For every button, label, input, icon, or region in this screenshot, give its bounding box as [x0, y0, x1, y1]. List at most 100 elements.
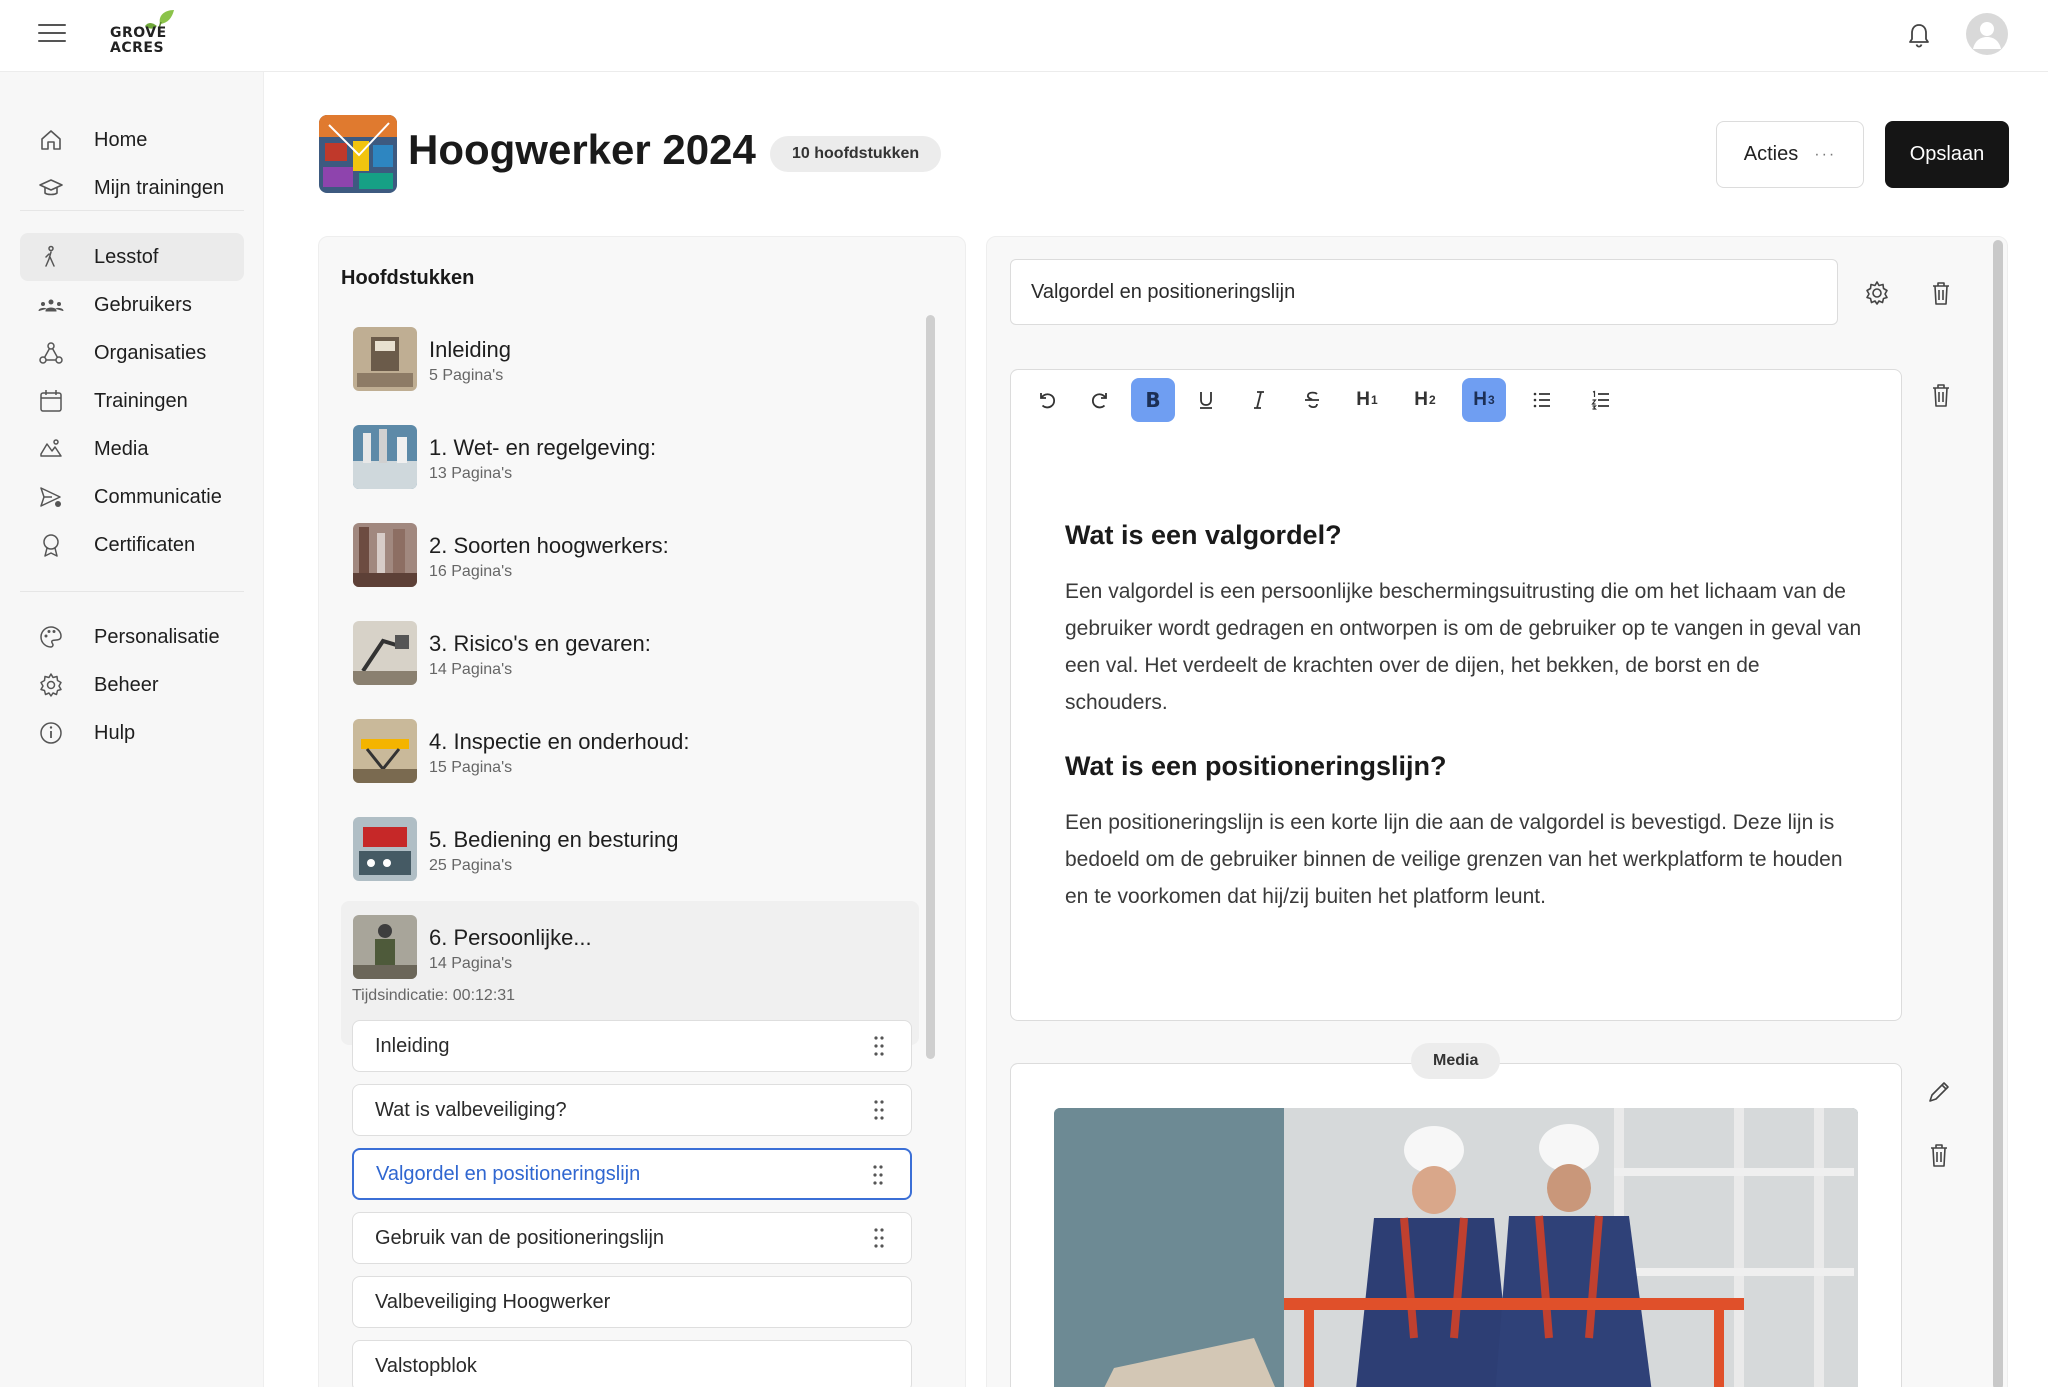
lesson-item[interactable]: Valbeveiliging Hoogwerker	[352, 1276, 912, 1328]
sidebar-item-media[interactable]: Media	[20, 425, 244, 473]
drag-handle-icon[interactable]	[873, 1035, 885, 1057]
send-icon	[40, 487, 61, 507]
chapter-title: 4. Inspectie en onderhoud:	[429, 729, 690, 754]
content-heading: Wat is een valgordel?	[1065, 520, 1342, 550]
notification-bell-icon[interactable]	[1904, 20, 1934, 50]
sidebar: Home Mijn trainingen Lesstof Gebruikers …	[0, 72, 264, 1387]
heading-2-level: 2	[1429, 393, 1436, 407]
user-avatar-icon	[1973, 22, 2001, 49]
bullet-list-button[interactable]	[1520, 378, 1564, 422]
drag-handle-icon[interactable]	[873, 1227, 885, 1249]
lesson-item[interactable]: Inleiding	[352, 1020, 912, 1072]
sidebar-item-lesstof[interactable]: Lesstof	[20, 233, 244, 281]
chapter-pages: 15 Pagina's	[429, 759, 513, 776]
sidebar-divider	[20, 210, 244, 211]
trash-icon[interactable]	[1925, 277, 1957, 309]
chapter-item[interactable]: 2. Soorten hoogwerkers: 16 Pagina's	[341, 509, 919, 601]
redo-button[interactable]	[1078, 378, 1122, 422]
sidebar-item-communicatie[interactable]: Communicatie	[20, 473, 244, 521]
chapter-item[interactable]: Inleiding 5 Pagina's	[341, 313, 919, 405]
sidebar-item-mijn-trainingen[interactable]: Mijn trainingen	[20, 164, 244, 212]
chapter-title: 2. Soorten hoogwerkers:	[429, 533, 669, 558]
content-paragraph: Een positioneringslijn is een korte lijn…	[1065, 811, 1843, 908]
chapter-item[interactable]: 5. Bediening en besturing 25 Pagina's	[341, 803, 919, 895]
lesson-label: Valbeveiliging Hoogwerker	[375, 1290, 611, 1313]
heading-2-button[interactable]: H2	[1403, 378, 1447, 422]
editor-scrollbar[interactable]	[1993, 240, 2003, 1387]
chapter-title: 1. Wet- en regelgeving:	[429, 435, 657, 460]
actions-button-label: Acties	[1743, 143, 1799, 165]
sidebar-item-gebruikers[interactable]: Gebruikers	[20, 281, 244, 329]
lesson-item[interactable]: Valstopblok	[352, 1340, 912, 1387]
chapter-item[interactable]: 4. Inspectie en onderhoud: 15 Pagina's	[341, 705, 919, 797]
strikethrough-icon	[1305, 391, 1319, 409]
chapter-title: 6. Persoonlijke...	[429, 925, 592, 950]
rich-text-content[interactable]: Wat is een valgordel? Een valgordel is e…	[1065, 520, 1865, 945]
trash-icon[interactable]	[1925, 379, 1957, 411]
drag-handle-icon[interactable]	[873, 1099, 885, 1121]
media-icon	[40, 439, 62, 457]
chapter-thumbnail	[353, 621, 417, 685]
lesson-item-active[interactable]: Valgordel en positioneringslijn	[352, 1148, 912, 1200]
lesson-item[interactable]: Wat is valbeveiliging?	[352, 1084, 912, 1136]
save-button[interactable]: Opslaan	[1885, 121, 2009, 188]
chapters-heading: Hoofdstukken	[341, 267, 475, 289]
page-title: Hoogwerker 2024	[408, 126, 756, 173]
text-editor-card: B H1 H2 H3 Wat is een valgordel? Een val…	[1010, 369, 1902, 1021]
heading-3-button[interactable]: H3	[1462, 378, 1506, 422]
chapter-title: Inleiding	[429, 337, 511, 362]
content-paragraph: Een valgordel is een persoonlijke besche…	[1065, 580, 1862, 714]
sidebar-item-hulp[interactable]: Hulp	[20, 709, 244, 757]
underline-button[interactable]	[1184, 378, 1228, 422]
sidebar-item-label: Communicatie	[94, 485, 222, 508]
sidebar-item-trainingen[interactable]: Trainingen	[20, 377, 244, 425]
course-thumbnail	[319, 115, 397, 193]
sidebar-item-beheer[interactable]: Beheer	[20, 661, 244, 709]
chapter-item[interactable]: 3. Risico's en gevaren: 14 Pagina's	[341, 607, 919, 699]
chapter-item[interactable]: 1. Wet- en regelgeving: 13 Pagina's	[341, 411, 919, 503]
underline-icon	[1200, 392, 1212, 409]
sidebar-item-certificaten[interactable]: Certificaten	[20, 521, 244, 569]
editor-toolbar: B H1 H2 H3	[1025, 374, 1625, 426]
logo[interactable]: GROVE ACRES	[108, 8, 188, 64]
avatar[interactable]	[1966, 13, 2008, 55]
media-image[interactable]	[1054, 1108, 1858, 1387]
chapter-thumbnail	[353, 719, 417, 783]
chapter-pages: 25 Pagina's	[429, 857, 513, 874]
lesson-item[interactable]: Gebruik van de positioneringslijn	[352, 1212, 912, 1264]
chapters-scrollbar[interactable]	[926, 315, 935, 1059]
bold-button[interactable]: B	[1131, 378, 1175, 422]
sidebar-item-label: Mijn trainingen	[94, 176, 225, 199]
drag-handle-icon[interactable]	[872, 1164, 884, 1186]
undo-button[interactable]	[1025, 378, 1069, 422]
calendar-icon	[40, 390, 62, 412]
palette-icon	[40, 626, 62, 648]
chapters-count-badge: 10 hoofdstukken	[770, 136, 942, 172]
sidebar-divider	[20, 591, 244, 592]
award-icon	[43, 534, 59, 557]
numbered-list-button[interactable]	[1579, 378, 1623, 422]
strikethrough-button[interactable]	[1290, 378, 1334, 422]
heading-1-letter: H	[1356, 389, 1371, 410]
heading-1-button[interactable]: H1	[1345, 378, 1389, 422]
trash-icon[interactable]	[1923, 1139, 1955, 1171]
italic-button[interactable]	[1237, 378, 1281, 422]
heading-1-level: 1	[1371, 393, 1378, 407]
settings-gear-icon[interactable]	[1861, 277, 1893, 309]
more-dots-icon: ···	[1814, 145, 1837, 163]
chapter-pages: 14 Pagina's	[429, 661, 513, 678]
heading-3-letter: H	[1473, 389, 1488, 410]
sidebar-item-organisaties[interactable]: Organisaties	[20, 329, 244, 377]
top-bar: GROVE ACRES	[0, 0, 2048, 72]
lesson-title-input[interactable]	[1010, 259, 1838, 325]
undo-icon	[1040, 393, 1056, 409]
sidebar-item-label: Gebruikers	[94, 293, 192, 316]
sidebar-item-home[interactable]: Home	[20, 116, 244, 164]
pencil-edit-icon[interactable]	[1923, 1076, 1955, 1108]
chapter-title: 3. Risico's en gevaren:	[429, 631, 651, 656]
actions-button[interactable]: Acties ···	[1716, 121, 1864, 188]
sidebar-item-personalisatie[interactable]: Personalisatie	[20, 613, 244, 661]
chapters-panel: Hoofdstukken Inleiding 5 Pagina's 1. Wet…	[318, 236, 966, 1387]
hamburger-menu-icon[interactable]	[38, 24, 66, 46]
gear-icon	[40, 673, 62, 697]
